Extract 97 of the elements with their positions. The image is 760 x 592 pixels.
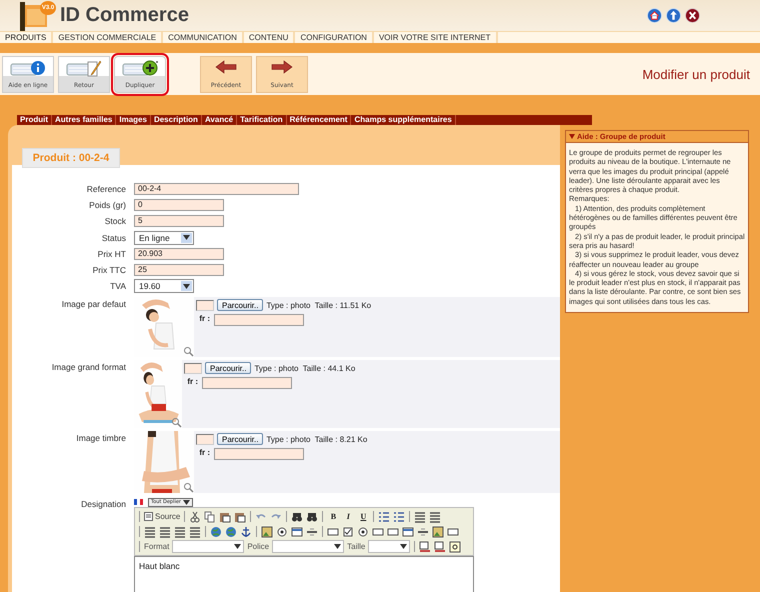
image-icon[interactable] <box>432 526 444 538</box>
align-icon[interactable] <box>174 526 186 538</box>
input-field[interactable] <box>202 377 292 390</box>
align-icon[interactable] <box>144 526 156 538</box>
field-icon[interactable] <box>327 526 339 538</box>
flag-icon <box>134 499 143 506</box>
magnifier-icon[interactable] <box>171 417 182 428</box>
document-icon <box>144 512 153 522</box>
input-field[interactable]: 20.903 <box>134 248 224 260</box>
add-panel-icon <box>122 60 158 78</box>
field-label: Image par defaut <box>60 298 127 310</box>
editor-area[interactable]: Haut blanc <box>134 556 474 592</box>
image-icon[interactable] <box>261 526 273 538</box>
copy-icon[interactable] <box>204 510 216 523</box>
field-label: Designation <box>80 498 127 510</box>
browse-button[interactable]: Parcourir.. <box>205 362 252 374</box>
caret-icon <box>234 544 242 550</box>
anchor-icon[interactable] <box>240 526 252 538</box>
clipboard-icon[interactable] <box>234 510 246 523</box>
rule-icon[interactable] <box>306 526 318 538</box>
field-icon[interactable] <box>372 526 384 538</box>
input-field[interactable]: 25 <box>134 264 224 276</box>
align-icon[interactable] <box>414 510 426 523</box>
binoculars-icon[interactable] <box>306 510 318 523</box>
right-arrow-icon <box>271 60 293 74</box>
page-title: Modifier un produit <box>642 66 750 82</box>
input-field[interactable]: 00-2-4 <box>134 183 299 196</box>
caret-icon <box>183 284 190 289</box>
field-icon[interactable] <box>447 526 459 538</box>
globe-icon[interactable] <box>225 526 237 538</box>
select-field[interactable]: En ligne <box>134 230 194 245</box>
magnifier-icon[interactable] <box>183 482 194 494</box>
caret-icon <box>183 235 190 240</box>
checkbox-icon[interactable] <box>342 526 354 538</box>
align-icon[interactable] <box>189 526 201 538</box>
close-icon[interactable] <box>685 8 700 23</box>
format-button[interactable]: U <box>357 512 370 522</box>
file-info: Type : photo Taille : 44.1 Ko <box>254 364 356 373</box>
rule-icon[interactable] <box>417 526 429 538</box>
color-icon[interactable] <box>434 540 446 553</box>
radio-icon[interactable] <box>357 526 369 538</box>
magnifier-icon[interactable] <box>183 346 194 358</box>
field-label: TVA <box>109 281 127 292</box>
browse-button[interactable]: Parcourir.. <box>217 433 264 446</box>
format-button[interactable]: B <box>327 512 340 522</box>
help-icon[interactable] <box>449 540 462 553</box>
left-arrow-icon <box>215 60 237 74</box>
table-icon[interactable] <box>402 526 414 538</box>
home-icon[interactable] <box>647 8 662 23</box>
product-heading: Produit : 00-2-4 <box>22 148 120 168</box>
scissors-icon[interactable] <box>189 510 202 523</box>
field-icon[interactable] <box>387 526 399 538</box>
field-label: Status <box>100 232 127 243</box>
select-field[interactable]: 19.60 <box>134 279 194 294</box>
app-title: ID Commerce <box>60 4 189 27</box>
input-field[interactable] <box>214 448 304 460</box>
list-icon[interactable] <box>378 510 390 523</box>
language-label: fr : <box>186 377 198 386</box>
align-icon[interactable] <box>429 510 442 523</box>
caret-icon <box>400 544 408 550</box>
caret-icon <box>183 500 190 505</box>
field-label: Poids (gr) <box>88 200 127 210</box>
file-field[interactable] <box>196 434 214 445</box>
caret-icon <box>334 544 342 550</box>
field-label: Reference <box>86 184 127 194</box>
format-button[interactable]: I <box>342 512 354 522</box>
input-field[interactable]: 0 <box>134 199 224 212</box>
radio-icon[interactable] <box>276 526 288 538</box>
input-field[interactable]: 5 <box>134 215 224 228</box>
file-field[interactable] <box>196 300 214 311</box>
field-label: Image timbre <box>75 432 127 444</box>
format-label: Format <box>144 542 170 552</box>
language-label: fr : <box>198 314 210 324</box>
file-info: Type : photo Taille : 8.21 Ko <box>266 434 368 444</box>
color-icon[interactable] <box>419 540 432 553</box>
clipboard-icon[interactable] <box>219 510 232 523</box>
table-icon[interactable] <box>291 526 303 538</box>
size-label: Taille <box>347 542 366 552</box>
file-info: Type : photo Taille : 11.51 Ko <box>266 300 372 310</box>
collapse-icon[interactable] <box>569 134 575 139</box>
globe-icon[interactable] <box>210 526 222 538</box>
browse-button[interactable]: Parcourir.. <box>217 299 264 312</box>
input-field[interactable] <box>214 314 304 326</box>
language-label: fr : <box>198 448 210 458</box>
field-label: Stock <box>104 216 127 226</box>
field-label: Image grand format <box>50 361 127 372</box>
field-label: Prix HT <box>96 248 127 259</box>
list-icon[interactable] <box>393 510 406 523</box>
align-icon[interactable] <box>159 526 171 538</box>
binoculars-icon[interactable] <box>291 510 304 523</box>
edit-panel-icon <box>66 60 102 78</box>
info-panel-icon <box>10 60 46 78</box>
size-dropdown[interactable] <box>368 540 410 554</box>
file-field[interactable] <box>184 362 202 374</box>
font-label: Police <box>247 542 270 552</box>
source-button[interactable]: Source <box>144 512 180 522</box>
field-label: Prix TTC <box>92 265 127 276</box>
